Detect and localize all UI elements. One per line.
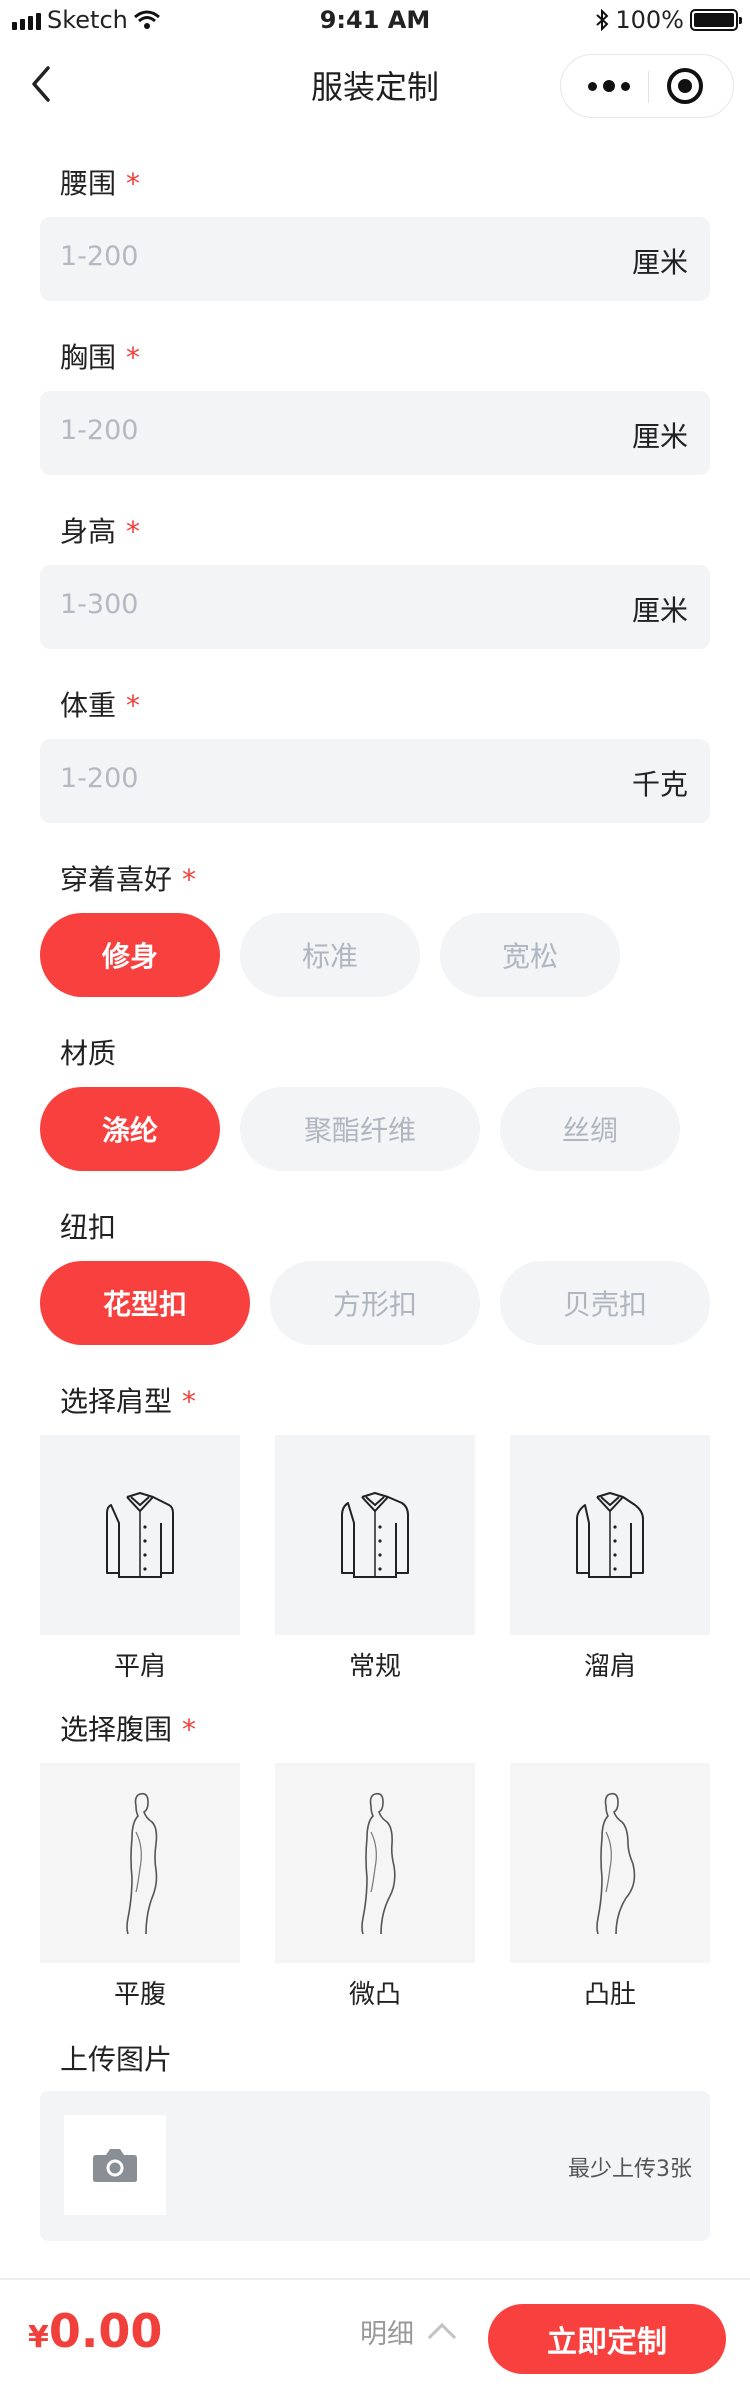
shoulder-caption-regular: 常规: [348, 1652, 401, 1682]
body-silhouette-icon: [126, 1792, 158, 1935]
shoulder-card-sloped[interactable]: [510, 1435, 710, 1635]
waist-unit: 厘米: [631, 246, 688, 279]
material-option-polyester-fiber[interactable]: 聚酯纤维: [240, 1087, 480, 1171]
total-price: ¥0.00: [28, 2304, 162, 2358]
material-option-silk[interactable]: 丝绸: [500, 1087, 680, 1171]
chest-input[interactable]: 1-200 厘米: [40, 391, 710, 475]
required-mark: *: [126, 515, 141, 548]
detail-label: 明细: [360, 2319, 414, 2350]
belly-card-flat[interactable]: [40, 1763, 240, 1963]
weight-input[interactable]: 1-200 千克: [40, 739, 710, 823]
more-icon[interactable]: [579, 55, 639, 117]
height-input[interactable]: 1-300 厘米: [40, 565, 710, 649]
belly-label: 选择腹围 *: [60, 1708, 196, 1748]
shoulder-card-flat[interactable]: [40, 1435, 240, 1635]
chest-label-text: 胸围: [60, 341, 117, 374]
chevron-up-icon: [427, 2322, 457, 2351]
required-mark: *: [182, 1713, 197, 1746]
status-right: 100%: [595, 6, 742, 34]
body-silhouette-icon: [361, 1792, 396, 1935]
weight-placeholder: 1-200: [60, 763, 139, 794]
belly-label-text: 选择腹围: [60, 1713, 173, 1746]
belly-card-slight[interactable]: [275, 1763, 475, 1963]
preference-label: 穿着喜好 *: [60, 858, 196, 898]
preference-option-loose[interactable]: 宽松: [440, 913, 620, 997]
height-label: 身高 *: [60, 510, 140, 550]
material-option-polyester[interactable]: 涤纶: [40, 1087, 220, 1171]
weight-label: 体重 *: [60, 684, 140, 724]
required-mark: *: [182, 863, 197, 896]
shoulder-caption-sloped: 溜肩: [583, 1652, 636, 1682]
upload-button[interactable]: [64, 2115, 166, 2215]
battery-percent: 100%: [615, 6, 684, 34]
height-label-text: 身高: [60, 515, 117, 548]
height-unit: 厘米: [631, 594, 688, 627]
preference-option-slim[interactable]: 修身: [40, 913, 220, 997]
required-mark: *: [126, 689, 141, 722]
belly-card-protruding[interactable]: [510, 1763, 710, 1963]
shoulder-label: 选择肩型 *: [60, 1380, 196, 1420]
shirt-icon: [106, 1492, 174, 1578]
capsule-divider: [648, 71, 649, 103]
weight-label-text: 体重: [60, 689, 117, 722]
belly-caption-flat: 平腹: [113, 1980, 166, 2010]
bottom-bar: ¥0.00 明细 立即定制: [0, 2278, 750, 2391]
chest-label: 胸围 *: [60, 336, 140, 376]
shoulder-label-text: 选择肩型: [60, 1385, 173, 1418]
battery-icon: [690, 9, 742, 31]
required-mark: *: [126, 341, 141, 374]
chest-unit: 厘米: [631, 420, 688, 453]
miniprogram-capsule: [560, 54, 734, 118]
belly-caption-slight: 微凸: [348, 1980, 401, 2010]
waist-label: 腰围 *: [60, 162, 140, 202]
status-bar: Sketch 9:41 AM 100%: [0, 0, 750, 40]
material-label: 材质: [60, 1037, 117, 1070]
height-placeholder: 1-300: [60, 589, 139, 620]
weight-unit: 千克: [631, 768, 688, 801]
target-icon[interactable]: [667, 68, 703, 104]
button-option-shell[interactable]: 贝壳扣: [500, 1261, 710, 1345]
waist-label-text: 腰围: [60, 167, 117, 200]
button-option-flower[interactable]: 花型扣: [40, 1261, 250, 1345]
waist-placeholder: 1-200: [60, 241, 139, 272]
price-value: 0.00: [48, 2304, 163, 2358]
preference-label-text: 穿着喜好: [60, 863, 173, 896]
upload-area: 最少上传3张: [40, 2091, 710, 2241]
shirt-icon: [341, 1492, 409, 1578]
belly-caption-protruding: 凸肚: [583, 1980, 636, 2010]
shoulder-caption-flat: 平肩: [113, 1652, 166, 1682]
preference-option-standard[interactable]: 标准: [240, 913, 420, 997]
detail-toggle[interactable]: 明细: [360, 2312, 457, 2351]
shoulder-card-regular[interactable]: [275, 1435, 475, 1635]
chest-placeholder: 1-200: [60, 415, 139, 446]
nav-bar: 服装定制: [0, 44, 750, 124]
body-silhouette-icon: [596, 1792, 636, 1935]
upload-hint: 最少上传3张: [568, 2157, 692, 2182]
required-mark: *: [126, 167, 141, 200]
upload-label: 上传图片: [60, 2043, 173, 2076]
waist-input[interactable]: 1-200 厘米: [40, 217, 710, 301]
shirt-icon: [576, 1492, 644, 1578]
bluetooth-icon: [596, 9, 609, 31]
required-mark: *: [182, 1385, 197, 1418]
button-style-label: 纽扣: [60, 1211, 117, 1244]
camera-icon: [93, 2149, 137, 2182]
customize-now-button[interactable]: 立即定制: [488, 2304, 726, 2374]
button-option-square[interactable]: 方形扣: [270, 1261, 480, 1345]
currency-symbol: ¥: [28, 2320, 49, 2355]
